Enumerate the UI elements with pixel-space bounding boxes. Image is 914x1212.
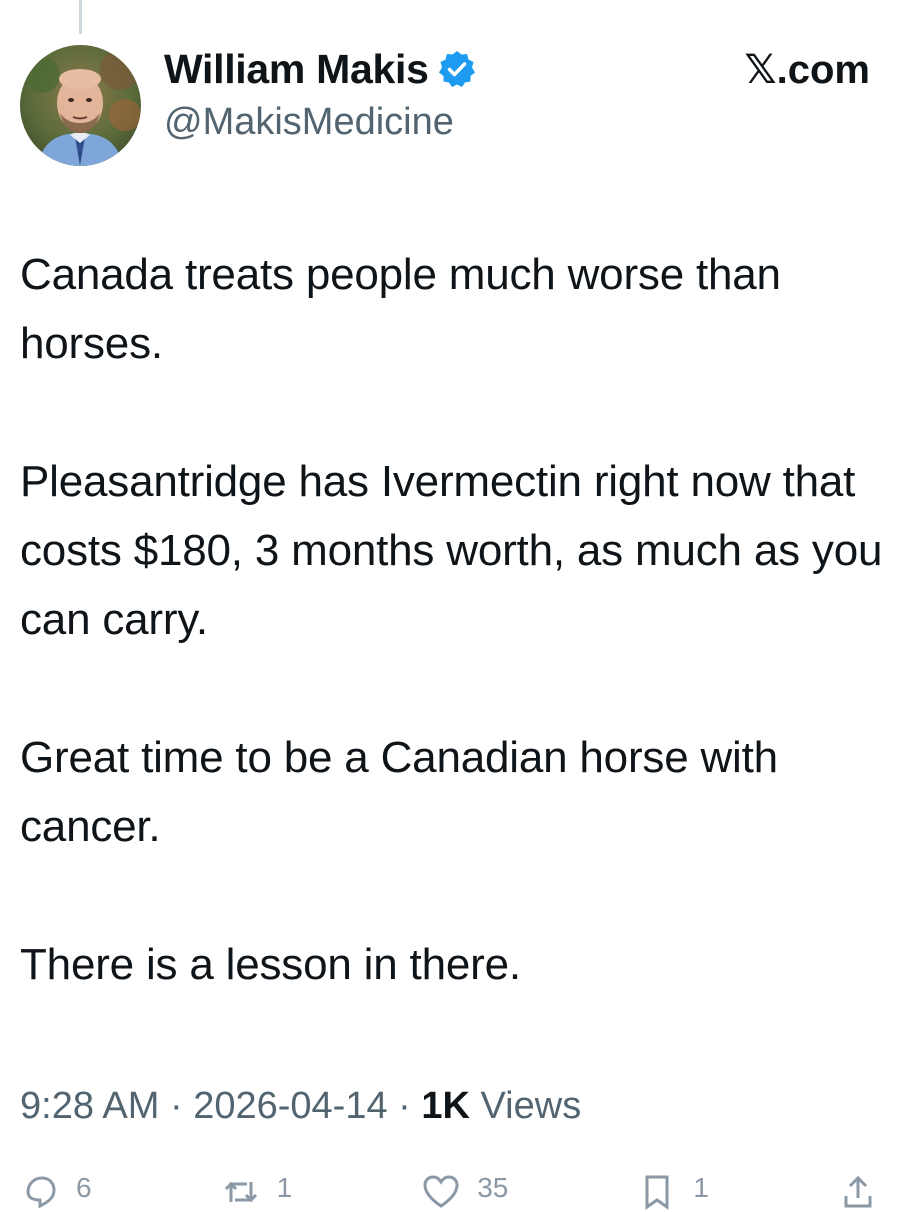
reply-count: 6 <box>76 1172 92 1203</box>
like-count: 35 <box>477 1172 509 1203</box>
share-icon <box>844 1175 872 1208</box>
views-count[interactable]: 1K <box>421 1085 470 1127</box>
site-domain-text: .com <box>776 48 870 92</box>
tweet-paragraph: Canada treats people much worse than hor… <box>20 250 781 368</box>
x-logo-icon: 𝕏 <box>744 48 777 92</box>
reply-button[interactable]: 6 <box>20 1172 92 1212</box>
meta-separator: · <box>387 1085 422 1127</box>
bookmark-icon <box>645 1175 669 1210</box>
display-name[interactable]: William Makis <box>164 45 429 93</box>
tweet-actions: 6 1 35 1 <box>20 1172 894 1212</box>
tweet-paragraph: Pleasantridge has Ivermectin right now t… <box>20 457 883 644</box>
site-label: 𝕏 .com <box>744 47 870 93</box>
repost-icon <box>224 1181 257 1203</box>
tweet-date[interactable]: 2026-04-14 <box>193 1085 387 1127</box>
user-handle[interactable]: @MakisMedicine <box>164 99 477 145</box>
bookmark-button[interactable]: 1 <box>637 1172 709 1212</box>
tweet-meta: 9:28 AM · 2026-04-14 · 1K Views <box>20 1082 581 1130</box>
tweet-header: William Makis @MakisMedicine 𝕏 .com <box>20 45 894 170</box>
reply-icon <box>26 1176 56 1209</box>
heart-icon <box>423 1175 459 1208</box>
repost-count: 1 <box>276 1172 293 1203</box>
repost-button[interactable]: 1 <box>221 1172 293 1212</box>
display-name-row: William Makis <box>164 45 477 93</box>
like-button[interactable]: 35 <box>421 1172 508 1212</box>
tweet-paragraph: There is a lesson in there. <box>20 940 521 989</box>
thread-connector-line <box>79 0 82 34</box>
share-button[interactable] <box>838 1172 894 1212</box>
tweet-time[interactable]: 9:28 AM <box>20 1085 159 1127</box>
verified-badge-icon[interactable] <box>437 49 477 89</box>
tweet-text: Canada treats people much worse than hor… <box>20 240 890 999</box>
tweet-paragraph: Great time to be a Canadian horse with c… <box>20 733 778 851</box>
avatar[interactable] <box>20 45 141 166</box>
author-names: William Makis @MakisMedicine <box>164 45 477 145</box>
views-label: Views <box>469 1085 582 1127</box>
bookmark-count: 1 <box>693 1172 709 1203</box>
meta-separator: · <box>159 1085 194 1127</box>
